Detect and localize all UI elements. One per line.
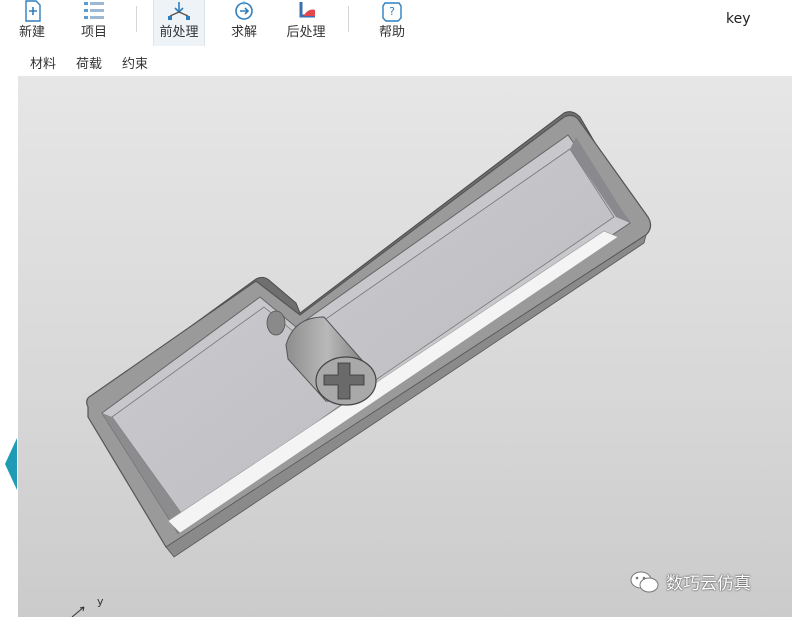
wechat-icon [630,571,659,592]
new-file-icon [25,0,41,22]
watermark: 数巧云仿真 [630,569,751,594]
help-button[interactable]: ? 帮助 [374,0,410,46]
solve-button[interactable]: 求解 [226,0,262,46]
3d-part-model [71,111,652,617]
preprocess-icon [168,2,190,20]
preprocess-button-label: 前处理 [159,25,199,40]
help-button-label: 帮助 [378,25,405,40]
model-viewport[interactable]: y 数巧云仿真 [18,77,792,617]
toolbar-separator [348,6,349,32]
solve-icon [235,1,253,20]
project-button-label: 项目 [80,25,107,40]
project-list-icon [84,2,104,19]
postprocess-icon [299,2,315,18]
ribbon-toolbar: 新建 项目 前处理 求解 后处理 ? 帮助 key [0,0,792,47]
svg-text:?: ? [389,5,395,18]
submenu-load[interactable]: 荷载 [76,53,102,72]
postprocess-button[interactable]: 后处理 [284,0,328,46]
expand-panel-arrow-icon[interactable] [5,438,17,490]
project-button[interactable]: 项目 [76,0,112,46]
help-icon: ? [382,2,402,22]
new-button[interactable]: 新建 [14,0,50,46]
new-button-label: 新建 [18,25,45,40]
postprocess-button-label: 后处理 [286,25,326,40]
axis-y-label: y [97,595,104,608]
user-name[interactable]: key [726,11,751,27]
preprocess-button[interactable]: 前处理 [153,0,205,46]
left-panel-strip [0,46,19,617]
solve-button-label: 求解 [230,25,257,40]
submenu-material[interactable]: 材料 [30,53,56,72]
watermark-text: 数巧云仿真 [666,574,751,594]
submenu-constraint[interactable]: 约束 [122,53,148,72]
toolbar-separator [136,6,137,32]
preprocess-submenu: 材料 荷载 约束 [18,46,792,77]
